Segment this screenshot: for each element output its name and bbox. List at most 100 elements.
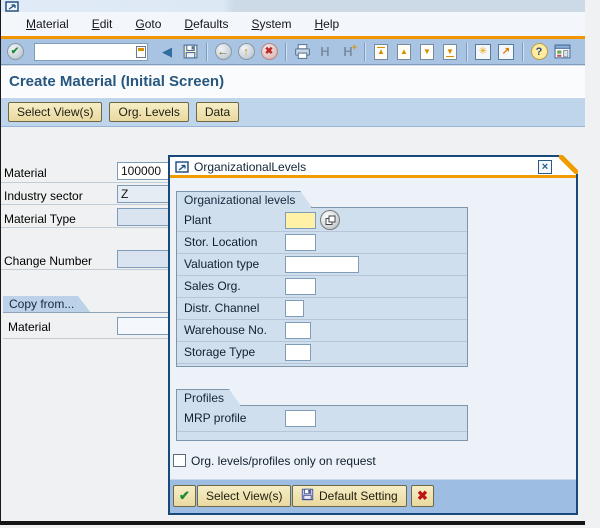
data-button[interactable]: Data (195, 102, 240, 122)
sales-org-row: Sales Org. (177, 276, 467, 298)
distr-channel-label: Distr. Channel (184, 301, 260, 315)
value-help-icon[interactable] (320, 210, 340, 230)
warehouse-no-field[interactable] (285, 322, 311, 339)
enter-icon[interactable]: ✔ (5, 42, 25, 62)
copy-from-material-field[interactable] (117, 317, 173, 335)
command-field[interactable] (34, 42, 148, 61)
mrp-profile-row: MRP profile (177, 408, 467, 432)
org-levels-group-box: Plant Stor. Location Valuation type Sale… (176, 207, 468, 367)
mrp-profile-label: MRP profile (184, 411, 247, 425)
warehouse-no-row: Warehouse No. (177, 320, 467, 342)
change-number-label: Change Number (4, 254, 93, 268)
storage-type-row: Storage Type (177, 342, 467, 364)
valuation-type-label: Valuation type (184, 257, 260, 271)
profiles-group-tab: Profiles (176, 389, 241, 406)
back-icon[interactable]: ◀ (157, 42, 177, 62)
plant-label: Plant (184, 213, 212, 227)
row-separator (1, 204, 172, 205)
storage-location-field[interactable] (285, 234, 316, 251)
dialog-cancel-button[interactable]: ✖ (411, 485, 434, 507)
last-page-icon[interactable]: ▼ (440, 42, 460, 62)
dialog-title: OrganizationalLevels (194, 160, 307, 174)
valuation-type-row: Valuation type (177, 254, 467, 276)
industry-sector-label: Industry sector (4, 189, 83, 203)
save-icon[interactable] (180, 42, 200, 62)
sales-org-label: Sales Org. (184, 279, 241, 293)
find-icon[interactable]: H (315, 42, 335, 62)
row-separator (1, 269, 172, 270)
toolbar-separator (285, 42, 286, 61)
menu-material[interactable]: Material (21, 15, 74, 33)
copy-from-group-border (3, 312, 172, 313)
storage-type-label: Storage Type (184, 345, 256, 359)
default-setting-label: Default Setting (319, 489, 398, 503)
menu-bar: Material Edit Goto Defaults System Help (1, 12, 585, 36)
application-toolbar: Select View(s) Org. Levels Data (1, 97, 585, 127)
plant-field[interactable] (285, 212, 316, 229)
find-next-icon[interactable]: H + (338, 42, 358, 62)
dialog-window-icon (175, 161, 190, 176)
exit-up-icon[interactable]: ↑ (236, 42, 256, 62)
menu-edit[interactable]: Edit (87, 15, 118, 33)
dialog-select-views-button[interactable]: Select View(s) (197, 485, 292, 507)
warehouse-no-label: Warehouse No. (184, 323, 267, 337)
standard-toolbar: ✔ ◀ ← ↑ ✖ H H + ▲ ▲ ▼ ▼ ✳ ↗ ? (1, 39, 585, 65)
industry-sector-field[interactable]: Z (117, 185, 173, 203)
help-icon[interactable]: ? (529, 42, 549, 62)
menu-help[interactable]: Help (309, 15, 344, 33)
dialog-corner-cut (559, 155, 578, 174)
cancel-icon[interactable]: ✖ (259, 42, 279, 62)
profiles-group-box: MRP profile (176, 405, 468, 441)
material-label: Material (4, 166, 47, 180)
continue-button[interactable]: ✔ (173, 485, 196, 507)
first-page-icon[interactable]: ▲ (371, 42, 391, 62)
command-input[interactable] (34, 42, 148, 61)
page-down-icon[interactable]: ▼ (417, 42, 437, 62)
create-shortcut-icon[interactable]: ↗ (496, 42, 516, 62)
toolbar-separator (522, 42, 523, 61)
material-type-label: Material Type (4, 212, 76, 226)
menu-system[interactable]: System (246, 15, 296, 33)
change-number-field[interactable] (117, 250, 173, 268)
row-separator (1, 182, 172, 183)
org-levels-group-tab: Organizational levels (176, 191, 312, 208)
storage-type-field[interactable] (285, 344, 311, 361)
new-session-icon[interactable]: ✳ (473, 42, 493, 62)
org-levels-on-request-label: Org. levels/profiles only on request (191, 454, 376, 468)
toolbar-separator (466, 42, 467, 61)
dialog-footer: ✔ Select View(s) Default Setting ✖ (170, 479, 576, 513)
material-field[interactable]: 100000 (117, 162, 173, 180)
material-type-field[interactable] (117, 208, 173, 226)
copy-from-group-header: Copy from... (3, 296, 91, 313)
sap-gui-window: Material Edit Goto Defaults System Help … (0, 0, 600, 528)
org-levels-on-request-checkbox[interactable] (173, 454, 186, 467)
save-disk-icon (301, 488, 314, 504)
select-views-button[interactable]: Select View(s) (8, 102, 103, 122)
organizational-levels-dialog: OrganizationalLevels × Organizational le… (168, 155, 578, 515)
print-icon[interactable] (292, 42, 312, 62)
copy-from-material-label: Material (8, 320, 51, 334)
dialog-close-icon[interactable]: × (538, 160, 552, 174)
page-up-icon[interactable]: ▲ (394, 42, 414, 62)
toolbar-separator (206, 42, 207, 61)
org-levels-button[interactable]: Org. Levels (109, 102, 189, 122)
distr-channel-field[interactable] (285, 300, 304, 317)
exit-back-icon[interactable]: ← (213, 42, 233, 62)
valuation-type-field[interactable] (285, 256, 359, 273)
sales-org-field[interactable] (285, 278, 316, 295)
customize-layout-icon[interactable] (552, 42, 572, 62)
command-history-icon[interactable] (136, 45, 146, 58)
menu-goto[interactable]: Goto (130, 15, 166, 33)
storage-location-label: Stor. Location (184, 235, 258, 249)
plant-row: Plant (177, 210, 467, 232)
default-setting-button[interactable]: Default Setting (292, 485, 407, 507)
dialog-title-bar[interactable]: OrganizationalLevels × (170, 157, 576, 178)
storage-location-row: Stor. Location (177, 232, 467, 254)
menu-defaults[interactable]: Defaults (179, 15, 233, 33)
screen-header: Create Material (Initial Screen) (1, 65, 585, 97)
toolbar-separator (364, 42, 365, 61)
distr-channel-row: Distr. Channel (177, 298, 467, 320)
row-separator (3, 338, 172, 339)
window-title-strip (1, 0, 585, 12)
mrp-profile-field[interactable] (285, 410, 316, 427)
